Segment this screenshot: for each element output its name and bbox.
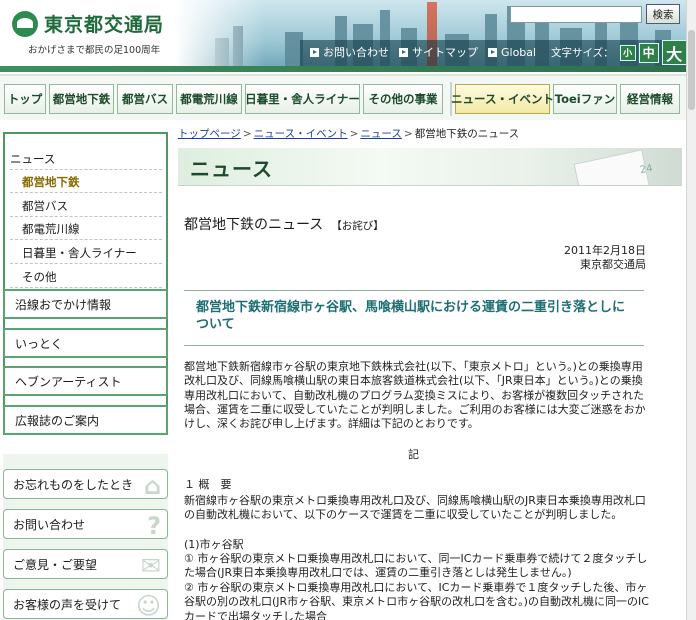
side-button-contact[interactable]: お問い合わせ ?: [3, 509, 168, 539]
scrollbar-thumb[interactable]: [688, 30, 695, 110]
vertical-scrollbar[interactable]: [686, 0, 696, 620]
sitemap-link[interactable]: サイトマップ: [399, 44, 478, 60]
section-paragraph: 新宿線市ヶ谷駅の東京メトロ乗換専用改札口及び、同線馬喰横山駅のJR東日本乗換専用…: [184, 494, 646, 522]
arrow-icon: [310, 47, 319, 57]
customer-voice-label: お客様の声を受けて: [13, 597, 122, 612]
bag-icon: ⌂: [143, 472, 161, 499]
news-tag: 【お詫び】: [331, 220, 384, 232]
date-block: 2011年2月18日 東京都交通局: [564, 244, 646, 272]
headline-box: 都営地下鉄新宿線市ヶ谷駅、馬喰横山駅における運賃の二重引き落としについて: [184, 290, 644, 346]
local-nav-arakawa[interactable]: 都電荒川線: [10, 218, 162, 240]
font-size-small-button[interactable]: 小: [619, 44, 636, 61]
font-size-label: 文字サイズ：: [551, 47, 614, 59]
side-button-outing[interactable]: 沿線おでかけ情報: [3, 289, 168, 319]
opinion-label: ご意見・ご要望: [13, 557, 98, 572]
search-button[interactable]: 検索: [646, 4, 680, 24]
side-button-pr-magazine[interactable]: 広報誌のご案内: [3, 405, 168, 435]
gnav-top[interactable]: トップ: [4, 84, 46, 114]
side-button-heaven-artist[interactable]: ヘブンアーティスト: [3, 366, 168, 396]
logo-subtitle: おかげさまで都民の足100周年: [28, 45, 161, 56]
global-nav: トップ 都営地下鉄 都営バス 都電荒川線 日暮里・舎人ライナー その他の事業 ニ…: [0, 74, 696, 120]
lost-item-label: お忘れものをしたとき: [13, 477, 134, 492]
page-title: ニュース: [190, 157, 273, 181]
font-size-medium-button[interactable]: 中: [638, 42, 659, 63]
local-nav-news[interactable]: ニュース: [10, 148, 162, 170]
sub-item-2: ② 市ヶ谷駅の東京メトロ乗換専用改札口において、ICカード乗車券で１度タッチした…: [184, 581, 649, 620]
side-button-customer-voice[interactable]: お客様の声を受けて ☺: [3, 589, 168, 619]
news-body: 都営地下鉄新宿線市ヶ谷駅の東京地下鉄株式会社(以下、「東京メトロ」という。)との…: [184, 360, 646, 431]
page-banner: ニュース 24: [178, 148, 682, 186]
arrow-icon: [399, 47, 408, 57]
breadcrumb-current: 都営地下鉄のニュース: [414, 128, 520, 140]
utility-links: お問い合わせ サイトマップ Global: [310, 44, 536, 60]
sidebar: ニュース 都営地下鉄 都営バス 都電荒川線 日暮里・舎人ライナー その他 沿線お…: [0, 124, 172, 620]
news-date: 2011年2月18日: [564, 244, 646, 257]
gnav-subway[interactable]: 都営地下鉄: [49, 84, 114, 114]
global-link[interactable]: Global: [488, 44, 536, 60]
gnav-other[interactable]: その他の事業: [363, 84, 443, 114]
mail-icon: ✉: [140, 552, 161, 579]
calendar-number: 24: [639, 162, 654, 177]
sub-heading: (1)市ヶ谷駅: [184, 538, 244, 551]
side-button-ittoku[interactable]: いっとく: [3, 328, 168, 358]
gnav-liner[interactable]: 日暮里・舎人ライナー: [245, 84, 360, 114]
news-headline: 都営地下鉄新宿線市ヶ谷駅、馬喰横山駅における運賃の二重引き落としについて: [196, 300, 626, 332]
question-icon: ?: [147, 512, 161, 539]
news-publisher: 東京都交通局: [580, 258, 646, 271]
side-button-opinion[interactable]: ご意見・ご要望 ✉: [3, 549, 168, 579]
font-size-switcher: 文字サイズ： 小 中 大: [551, 40, 687, 65]
news-section-title: 都営地下鉄のニュース 【お詫び】: [184, 217, 384, 233]
gnav-bus[interactable]: 都営バス: [117, 84, 173, 114]
contact-link[interactable]: お問い合わせ: [310, 44, 389, 60]
search-input[interactable]: [510, 6, 642, 23]
breadcrumb-top[interactable]: トップページ: [178, 128, 241, 140]
breadcrumb: トップページ > ニュース・イベント > ニュース > 都営地下鉄のニュース: [178, 128, 520, 140]
sub-item-1: ① 市ヶ谷駅の東京メトロ乗換専用改札口において、同一ICカード乗車券で続けて２度…: [184, 552, 648, 580]
gnav-toei-fan[interactable]: Toeiファン: [553, 84, 617, 114]
breadcrumb-news[interactable]: ニュース: [360, 128, 401, 140]
local-nav-other[interactable]: その他: [10, 266, 162, 288]
gnav-management[interactable]: 経営情報: [620, 84, 680, 114]
site-logo[interactable]: 東京都交通局: [12, 10, 164, 37]
local-nav-bus[interactable]: 都営バス: [10, 195, 162, 217]
logo-text: 東京都交通局: [44, 14, 165, 36]
side-button-lost-item[interactable]: お忘れものをしたとき ⌂: [3, 469, 168, 499]
gnav-news-active[interactable]: ニュース・イベント: [451, 84, 554, 114]
site-header: 東京都交通局 おかげさまで都民の足100周年 検索 お問い合わせ サイトマップ …: [0, 0, 696, 72]
local-nav-subway-current[interactable]: 都営地下鉄: [10, 171, 162, 193]
section-heading: １ 概 要: [184, 478, 232, 491]
breadcrumb-news-event[interactable]: ニュース・イベント: [254, 128, 348, 140]
logo-mark-icon: [12, 10, 38, 37]
gnav-arakawa[interactable]: 都電荒川線: [176, 84, 242, 114]
main-content: トップページ > ニュース・イベント > ニュース > 都営地下鉄のニュース ニュース 24…: [176, 124, 684, 620]
contact-label: お問い合わせ: [13, 517, 86, 532]
ki-marker: 記: [408, 448, 419, 461]
local-nav-liner[interactable]: 日暮里・舎人ライナー: [10, 242, 162, 264]
font-size-large-button[interactable]: 大: [661, 40, 687, 65]
smile-icon: ☺: [135, 592, 161, 619]
arrow-icon: [488, 47, 497, 57]
